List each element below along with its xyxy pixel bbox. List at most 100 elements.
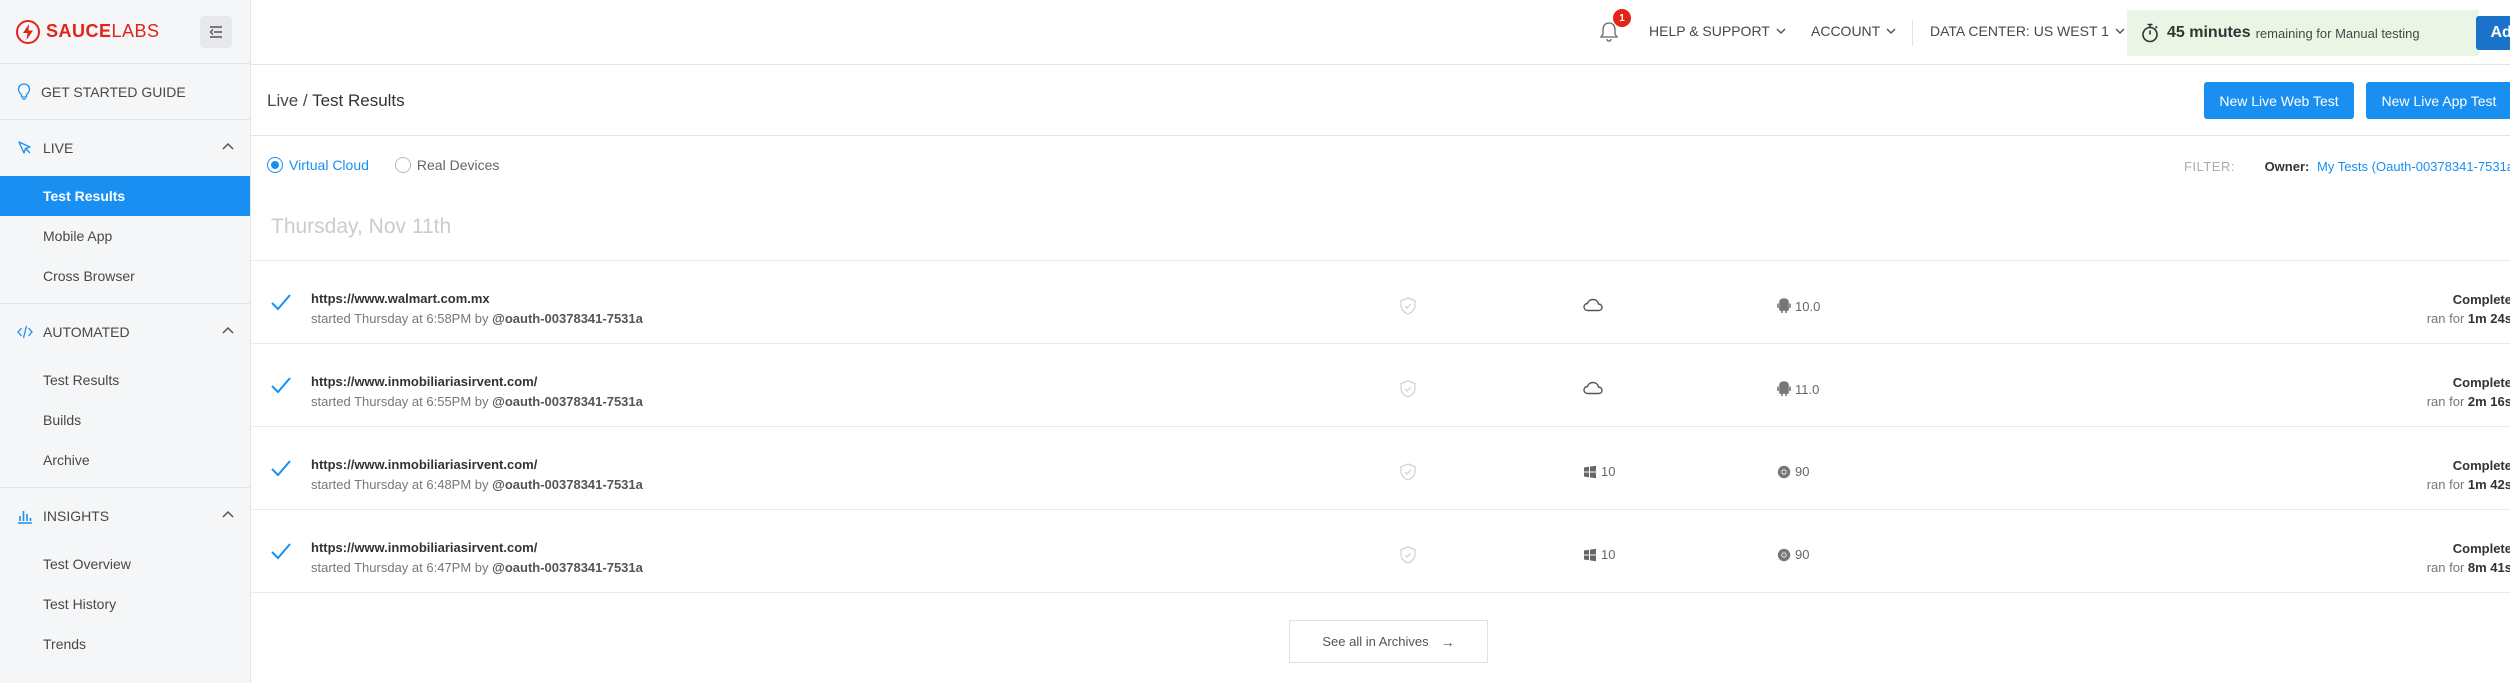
test-os: 10 <box>1583 547 1615 562</box>
test-duration: ran for 1m 24s <box>2426 311 2510 326</box>
chrome-icon <box>1777 548 1791 561</box>
sidebar-item-automated-test-results[interactable]: Test Results <box>0 360 250 400</box>
virtual-cloud-label[interactable]: Virtual Cloud <box>289 157 369 173</box>
chrome-icon <box>1777 465 1791 478</box>
data-center-label: DATA CENTER: US WEST 1 <box>1930 23 2109 39</box>
page-header: Live / Test Results New Live Web Test Ne… <box>251 65 2510 136</box>
test-meta: started Thursday at 6:58PM by @oauth-003… <box>311 311 643 326</box>
test-browser: 11.0 <box>1777 381 1819 397</box>
test-row[interactable]: https://www.inmobiliariasirvent.com/ sta… <box>251 427 2510 510</box>
filter-label: FILTER: <box>2184 159 2235 174</box>
chevron-up-icon[interactable] <box>222 142 234 150</box>
timer-text: remaining for Manual testing <box>2255 25 2420 41</box>
windows-icon <box>1584 548 1596 561</box>
test-duration: ran for 1m 42s <box>2426 477 2510 492</box>
see-all-archives-button[interactable]: See all in Archives → <box>1289 620 1488 663</box>
device-type-radio-group: Virtual Cloud Real Devices <box>267 157 499 173</box>
manual-testing-timer: 45 minutes remaining for Manual testing <box>2127 10 2479 56</box>
owner-filter-value[interactable]: My Tests (Oauth-00378341-7531a) <box>2317 159 2510 174</box>
test-meta: started Thursday at 6:48PM by @oauth-003… <box>311 477 643 492</box>
section-insights-title: INSIGHTS <box>43 508 110 524</box>
breadcrumb: Live / Test Results <box>267 91 405 111</box>
test-meta: started Thursday at 6:47PM by @oauth-003… <box>311 560 643 575</box>
section-live-title: LIVE <box>43 140 74 156</box>
add-button[interactable]: Add <box>2476 16 2510 50</box>
windows-icon <box>1584 465 1596 478</box>
test-url[interactable]: https://www.walmart.com.mx <box>311 291 490 306</box>
sidebar-item-trends[interactable]: Trends <box>0 624 250 664</box>
arrow-right-icon: → <box>1440 633 1455 650</box>
android-icon <box>1777 381 1791 396</box>
see-all-label: See all in Archives <box>1322 634 1429 649</box>
cloud-icon <box>1583 381 1603 395</box>
test-row[interactable]: https://www.walmart.com.mx started Thurs… <box>251 261 2510 344</box>
help-support-menu[interactable]: HELP & SUPPORT <box>1649 23 1786 39</box>
sidebar-item-test-history[interactable]: Test History <box>0 584 250 624</box>
data-center-menu[interactable]: DATA CENTER: US WEST 1 <box>1930 23 2125 39</box>
notification-badge: 1 <box>1613 9 1631 27</box>
timer-value: 45 minutes <box>2167 24 2251 41</box>
sidebar-item-live-test-results[interactable]: Test Results <box>0 176 250 216</box>
cursor-icon <box>18 141 31 154</box>
test-browser: 10.0 <box>1777 298 1820 314</box>
real-devices-label[interactable]: Real Devices <box>417 157 499 173</box>
test-status: Complete <box>2452 375 2510 390</box>
bar-chart-icon <box>18 511 32 524</box>
brand-name[interactable]: SAUCELABS <box>46 21 160 42</box>
get-started-label: GET STARTED GUIDE <box>41 83 186 100</box>
help-support-label: HELP & SUPPORT <box>1649 23 1770 39</box>
test-browser: 90 <box>1777 547 1809 562</box>
sidebar-section-live[interactable]: LIVE <box>0 120 250 176</box>
chevron-down-icon <box>2115 27 2125 34</box>
new-live-web-test-button[interactable]: New Live Web Test <box>2204 82 2354 119</box>
sidebar-item-cross-browser[interactable]: Cross Browser <box>0 256 250 296</box>
sidebar: SAUCELABS GET STARTED GUIDE LIVE Test Re… <box>0 0 251 683</box>
test-row[interactable]: https://www.inmobiliariasirvent.com/ sta… <box>251 344 2510 427</box>
test-browser: 90 <box>1777 464 1809 479</box>
chevron-up-icon[interactable] <box>222 510 234 518</box>
shield-icon <box>1400 297 1416 315</box>
breadcrumb-current: Test Results <box>312 91 405 110</box>
saucelabs-logo-icon[interactable] <box>16 19 40 44</box>
sidebar-section-automated[interactable]: AUTOMATED <box>0 304 250 360</box>
code-icon <box>17 325 33 339</box>
test-url[interactable]: https://www.inmobiliariasirvent.com/ <box>311 374 537 389</box>
collapse-icon <box>209 26 222 38</box>
real-devices-radio[interactable] <box>394 157 411 173</box>
shield-icon <box>1400 380 1416 398</box>
divider <box>1912 20 1913 46</box>
chevron-up-icon[interactable] <box>222 326 234 334</box>
collapse-sidebar-button[interactable] <box>200 16 232 48</box>
lightbulb-icon <box>17 82 31 100</box>
account-menu[interactable]: ACCOUNT <box>1811 23 1896 39</box>
test-duration: ran for 8m 41s <box>2426 560 2510 575</box>
test-row[interactable]: https://www.inmobiliariasirvent.com/ sta… <box>251 510 2510 593</box>
cloud-icon <box>1583 298 1603 312</box>
main-content: Live / Test Results New Live Web Test Ne… <box>251 65 2510 683</box>
test-duration: ran for 2m 16s <box>2426 394 2510 409</box>
virtual-cloud-radio[interactable] <box>267 157 283 173</box>
shield-icon <box>1400 463 1416 481</box>
sidebar-item-test-overview[interactable]: Test Overview <box>0 544 250 584</box>
sidebar-item-archive[interactable]: Archive <box>0 440 250 480</box>
owner-label: Owner: <box>2264 159 2310 174</box>
test-url[interactable]: https://www.inmobiliariasirvent.com/ <box>311 457 537 472</box>
new-live-app-test-button[interactable]: New Live App Test <box>2366 82 2510 119</box>
sidebar-item-builds[interactable]: Builds <box>0 400 250 440</box>
test-url[interactable]: https://www.inmobiliariasirvent.com/ <box>311 540 537 555</box>
shield-icon <box>1400 546 1416 564</box>
breadcrumb-live[interactable]: Live / <box>267 91 308 110</box>
check-icon <box>271 377 291 394</box>
test-meta: started Thursday at 6:55PM by @oauth-003… <box>311 394 643 409</box>
check-icon <box>271 460 291 477</box>
test-status: Complete <box>2452 541 2510 556</box>
sidebar-item-mobile-app[interactable]: Mobile App <box>0 216 250 256</box>
stopwatch-icon <box>2142 23 2158 43</box>
get-started-guide-link[interactable]: GET STARTED GUIDE <box>0 64 250 120</box>
test-os: 10 <box>1583 464 1615 479</box>
logo-bar: SAUCELABS <box>0 0 250 64</box>
check-icon <box>271 294 291 311</box>
sidebar-section-insights[interactable]: INSIGHTS <box>0 488 250 544</box>
owner-filter: FILTER: Owner: My Tests (Oauth-00378341-… <box>2184 159 2510 174</box>
test-os <box>1583 381 1607 395</box>
